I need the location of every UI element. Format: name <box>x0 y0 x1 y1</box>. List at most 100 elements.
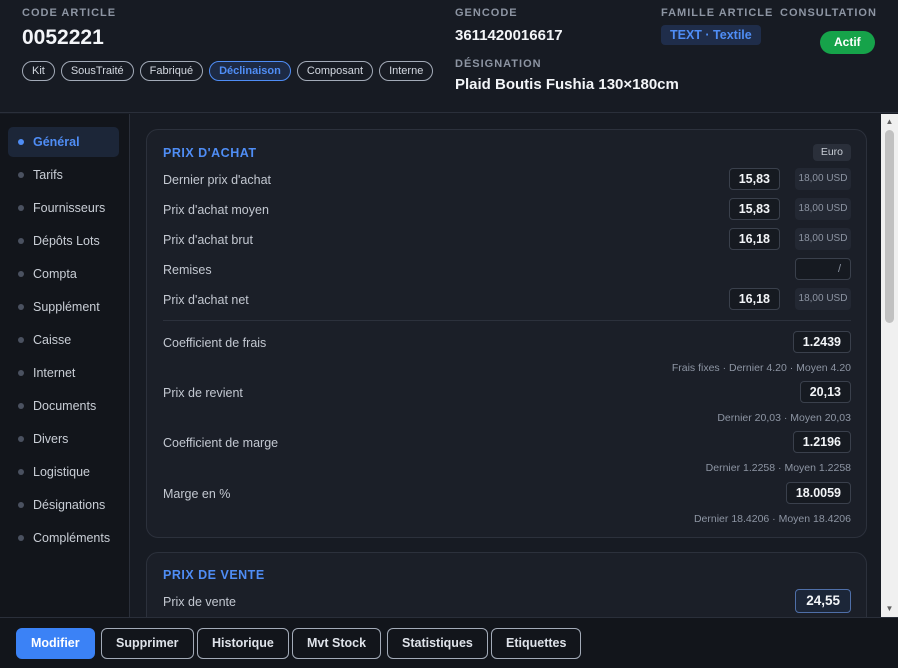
sidebar-item-compta[interactable]: Compta <box>8 259 119 289</box>
chip-composant[interactable]: Composant <box>296 61 374 81</box>
prix-achat-title: PRIX D'ACHAT <box>163 146 257 160</box>
prix-net-label: Prix d'achat net <box>163 293 249 307</box>
action-bar: Modifier Supprimer Historique Mvt Stock … <box>0 617 898 668</box>
coef-marge-sub: Dernier 1.2258 · Moyen 1.2258 <box>705 462 851 474</box>
sidebar-item-depots-lots[interactable]: Dépôts Lots <box>8 226 119 256</box>
sidebar-item-label: Caisse <box>33 333 72 347</box>
bullet-icon <box>18 271 24 277</box>
prix-brut-value[interactable]: 16,18 <box>728 228 780 250</box>
article-header: CODE ARTICLE 0052221 Kit SousTraité Fabr… <box>0 0 898 113</box>
prix-revient-value[interactable]: 20,13 <box>799 381 851 403</box>
prix-moyen-label: Prix d'achat moyen <box>163 203 269 217</box>
bullet-icon <box>18 370 24 376</box>
divider <box>163 320 851 321</box>
prix-moyen-usd: 18,00 USD <box>795 198 851 220</box>
status-badge[interactable]: Actif <box>820 31 875 54</box>
famille-badge: TEXT · Textile <box>661 25 761 45</box>
sidebar-item-label: Désignations <box>33 498 106 512</box>
dernier-prix-value[interactable]: 15,83 <box>728 168 780 190</box>
sidebar-item-label: Compta <box>33 267 77 281</box>
coef-marge-value[interactable]: 1.2196 <box>792 431 851 453</box>
prix-moyen-value[interactable]: 15,83 <box>728 198 780 220</box>
gencode-label: GENCODE <box>455 7 518 19</box>
vertical-scrollbar[interactable]: ▲ ▼ <box>881 114 898 617</box>
sidebar-item-complements[interactable]: Compléments <box>8 523 119 553</box>
bullet-icon <box>18 304 24 310</box>
scroll-down-icon[interactable]: ▼ <box>881 602 898 616</box>
sidebar-item-tarifs[interactable]: Tarifs <box>8 160 119 190</box>
consultation-label: CONSULTATION <box>780 7 877 19</box>
sidebar-item-caisse[interactable]: Caisse <box>8 325 119 355</box>
sidebar-item-label: Supplément <box>33 300 100 314</box>
chip-fabrique[interactable]: Fabriqué <box>139 61 204 81</box>
sidebar-item-internet[interactable]: Internet <box>8 358 119 388</box>
bullet-icon <box>18 139 24 145</box>
marge-sub: Dernier 18.4206 · Moyen 18.4206 <box>693 513 851 525</box>
coef-frais-sub: Frais fixes · Dernier 4.20 · Moyen 4.20 <box>671 362 851 374</box>
marge-value[interactable]: 18.0059 <box>785 482 851 504</box>
sidebar: Général Tarifs Fournisseurs Dépôts Lots … <box>0 114 130 617</box>
statistiques-button[interactable]: Statistiques <box>387 628 488 659</box>
sidebar-item-label: Divers <box>33 432 69 446</box>
sidebar-item-label: Dépôts Lots <box>33 234 100 248</box>
prix-net-value[interactable]: 16,18 <box>728 288 780 310</box>
etiquettes-button[interactable]: Etiquettes <box>491 628 582 659</box>
prix-brut-usd: 18,00 USD <box>795 228 851 250</box>
sidebar-item-label: Général <box>33 135 80 149</box>
gencode-value: 3611420016617 <box>455 27 563 44</box>
prix-vente-label: Prix de vente <box>163 595 236 609</box>
prix-revient-label: Prix de revient <box>163 386 243 400</box>
bullet-icon <box>18 535 24 541</box>
sidebar-item-supplement[interactable]: Supplément <box>8 292 119 322</box>
sidebar-item-label: Logistique <box>33 465 90 479</box>
code-article-value: 0052221 <box>22 26 104 49</box>
sidebar-item-divers[interactable]: Divers <box>8 424 119 454</box>
scrollbar-thumb[interactable] <box>885 130 894 323</box>
chip-interne[interactable]: Interne <box>379 61 434 81</box>
mvt-stock-button[interactable]: Mvt Stock <box>292 628 382 659</box>
scroll-up-icon[interactable]: ▲ <box>881 115 898 129</box>
historique-button[interactable]: Historique <box>197 628 289 659</box>
code-article-label: CODE ARTICLE <box>22 7 117 19</box>
prix-vente-card: PRIX DE VENTE Prix de vente 24,55 <box>146 552 867 617</box>
chip-kit[interactable]: Kit <box>22 61 55 81</box>
sidebar-item-label: Compléments <box>33 531 111 545</box>
currency-badge: Euro <box>812 144 851 161</box>
dernier-prix-usd: 18,00 USD <box>795 168 851 190</box>
coef-marge-label: Coefficient de marge <box>163 436 279 450</box>
sidebar-item-label: Internet <box>33 366 76 380</box>
sidebar-item-documents[interactable]: Documents <box>8 391 119 421</box>
bullet-icon <box>18 238 24 244</box>
designation-value: Plaid Boutis Fushia 130×180cm <box>455 76 679 93</box>
sidebar-item-general[interactable]: Général <box>8 127 119 157</box>
sidebar-item-designations[interactable]: Désignations <box>8 490 119 520</box>
bullet-icon <box>18 502 24 508</box>
chip-declinaison[interactable]: Déclinaison <box>209 61 291 81</box>
prix-revient-sub: Dernier 20,03 · Moyen 20,03 <box>717 412 851 424</box>
prix-vente-value[interactable]: 24,55 <box>795 589 851 613</box>
article-type-chips: Kit SousTraité Fabriqué Déclinaison Comp… <box>22 61 434 81</box>
prix-vente-title: PRIX DE VENTE <box>163 568 265 582</box>
dernier-prix-label: Dernier prix d'achat <box>163 173 271 187</box>
sidebar-item-label: Tarifs <box>33 168 63 182</box>
sidebar-item-label: Documents <box>33 399 97 413</box>
famille-article-label: FAMILLE ARTICLE <box>661 7 774 19</box>
supprimer-button[interactable]: Supprimer <box>101 628 194 659</box>
main-content: PRIX D'ACHAT Euro Dernier prix d'achat 1… <box>131 114 881 617</box>
bullet-icon <box>18 436 24 442</box>
coef-frais-value[interactable]: 1.2439 <box>792 331 851 353</box>
designation-label: DÉSIGNATION <box>455 58 542 70</box>
chip-soustraite[interactable]: SousTraité <box>60 61 134 81</box>
sidebar-item-fournisseurs[interactable]: Fournisseurs <box>8 193 119 223</box>
prix-brut-label: Prix d'achat brut <box>163 233 253 247</box>
coef-frais-label: Coefficient de frais <box>163 336 267 350</box>
remises-label: Remises <box>163 263 212 277</box>
remises-field[interactable]: / <box>795 258 851 280</box>
modifier-button[interactable]: Modifier <box>16 628 95 659</box>
sidebar-item-logistique[interactable]: Logistique <box>8 457 119 487</box>
bullet-icon <box>18 205 24 211</box>
sidebar-item-label: Fournisseurs <box>33 201 106 215</box>
marge-label: Marge en % <box>163 487 231 501</box>
prix-achat-card: PRIX D'ACHAT Euro Dernier prix d'achat 1… <box>146 129 867 538</box>
prix-net-usd: 18,00 USD <box>795 288 851 310</box>
